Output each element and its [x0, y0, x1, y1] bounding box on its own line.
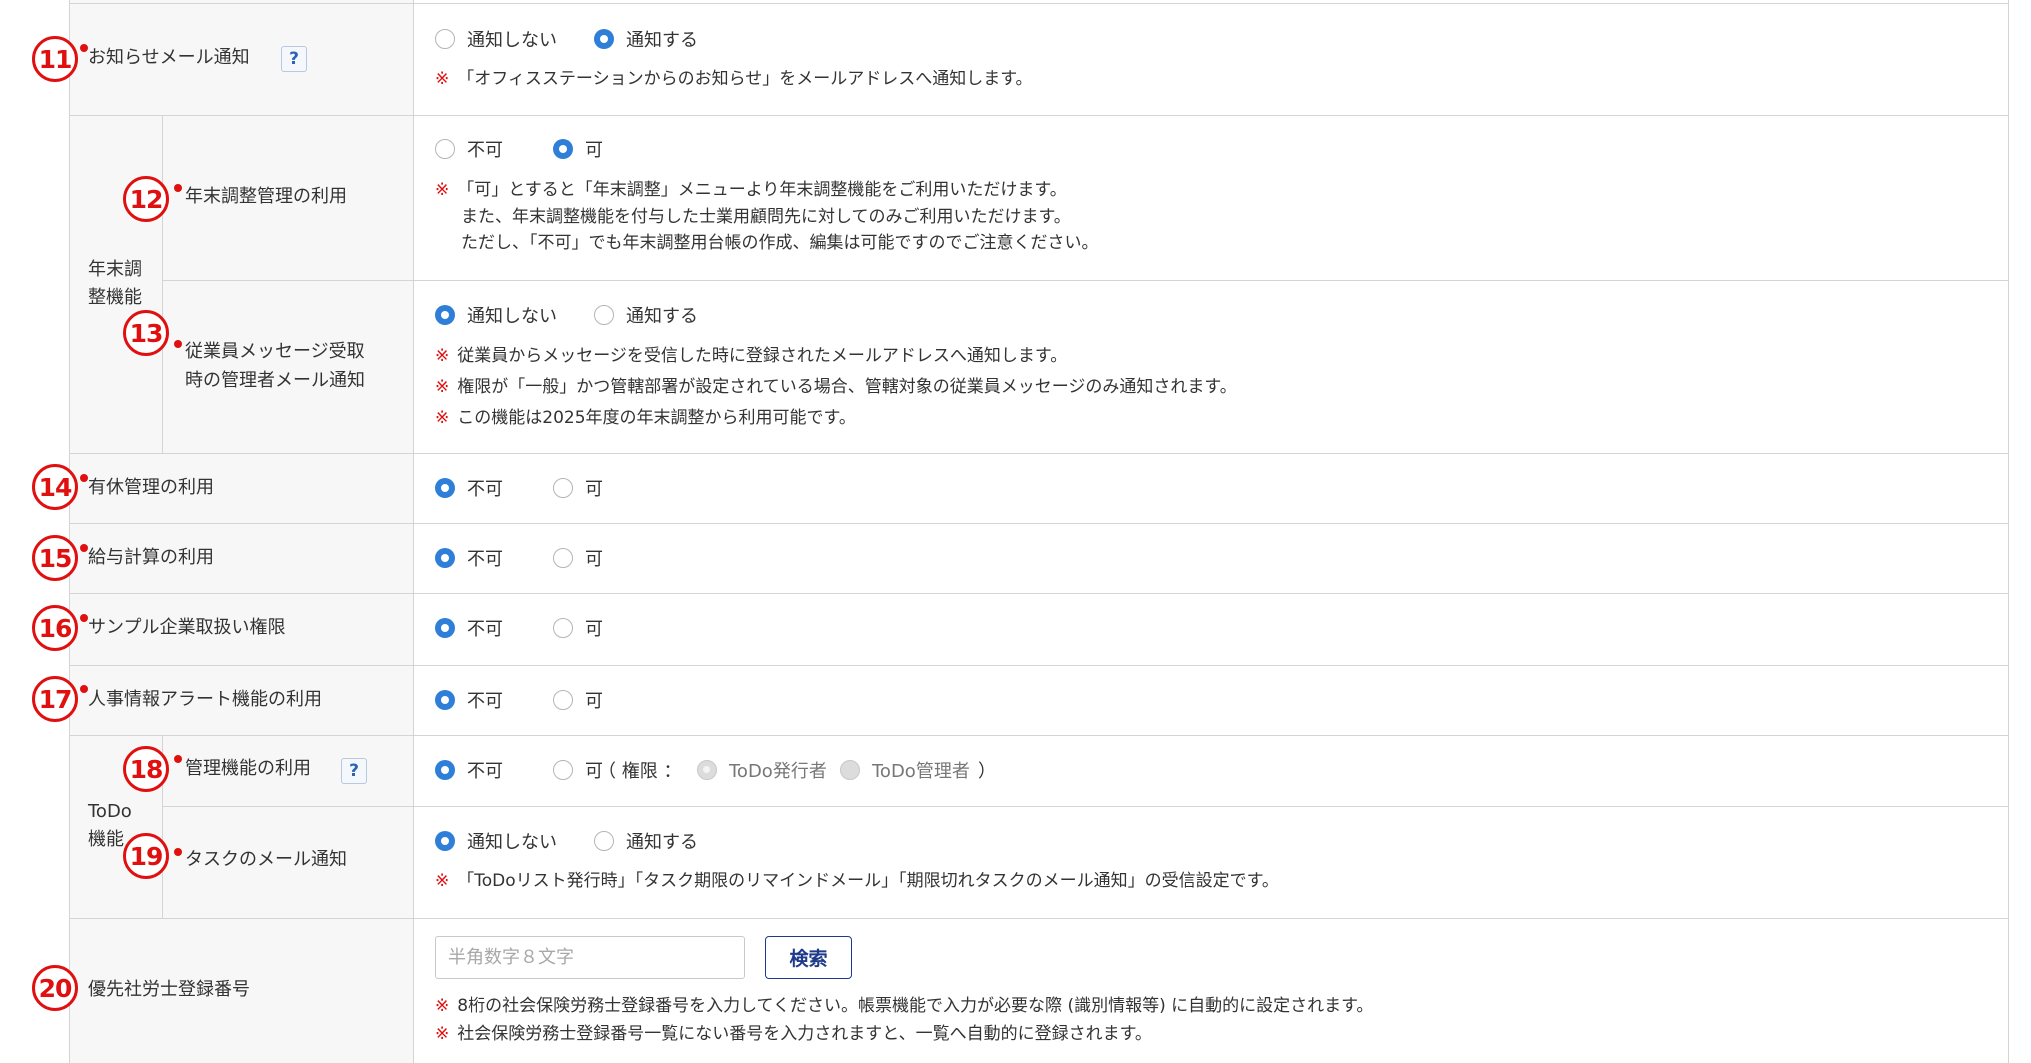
annotation-dot	[80, 474, 88, 482]
sharoushi-number-input[interactable]	[435, 936, 745, 979]
row-divider	[69, 665, 2009, 666]
radio-hr-alert-on[interactable]: 可	[553, 687, 603, 713]
radio-news-mail-on[interactable]: 通知する	[594, 26, 698, 52]
radio-news-mail-off[interactable]: 通知しない	[435, 26, 557, 52]
group-divider	[162, 115, 163, 453]
radio-circle-selected	[594, 29, 614, 49]
label-column-bg	[69, 0, 413, 1063]
annotation-number-18: 18	[123, 746, 169, 792]
row-label-sample-company: サンプル企業取扱い権限	[88, 617, 286, 638]
row-divider	[69, 453, 2009, 454]
annotation-number-20: 20	[32, 965, 78, 1011]
row-divider	[69, 3, 2009, 4]
row-label-hr-alert: 人事情報アラート機能の利用	[88, 689, 322, 710]
radio-todo-admin[interactable]: ToDo管理者	[840, 757, 970, 783]
column-divider	[413, 0, 414, 1063]
note-line: ※ この機能は2025年度の年末調整から利用可能です。	[435, 408, 856, 428]
note-line: ※ 8桁の社会保険労務士登録番号を入力してください。帳票機能で入力が必要な際 (識…	[435, 996, 1374, 1016]
annotation-dot	[80, 544, 88, 552]
annotation-number-17: 17	[32, 676, 78, 722]
row-label-task-mail: タスクのメール通知	[185, 849, 347, 870]
row-label-payroll: 給与計算の利用	[88, 547, 214, 568]
row-label-todo-management: 管理機能の利用	[185, 758, 311, 779]
annotation-dot	[80, 614, 88, 622]
row-divider	[69, 115, 2009, 116]
radio-circle	[435, 29, 455, 49]
radio-employee-message-off[interactable]: 通知しない	[435, 302, 557, 328]
note-line: ただし、「不可」でも年末調整用台帳の作成、編集は可能ですのでご注意ください。	[461, 233, 1099, 253]
row-divider	[162, 806, 2009, 807]
annotation-dot	[174, 340, 182, 348]
annotation-number-12: 12	[123, 176, 169, 222]
row-label-news-mail: お知らせメール通知	[88, 47, 250, 68]
table-right-border	[2008, 0, 2009, 1063]
row-label-paid-leave: 有休管理の利用	[88, 477, 214, 498]
table-left-border	[69, 0, 70, 1063]
note-line: ※ 従業員からメッセージを受信した時に登録されたメールアドレスへ通知します。	[435, 346, 1068, 366]
radio-nenmatsu-off[interactable]: 不可	[435, 136, 503, 162]
annotation-number-19: 19	[123, 833, 169, 879]
row-divider	[69, 593, 2009, 594]
radio-hr-alert-off[interactable]: 不可	[435, 687, 503, 713]
radio-payroll-off[interactable]: 不可	[435, 545, 503, 571]
row-divider	[162, 280, 2009, 281]
annotation-dot	[174, 848, 182, 856]
group-label-nenmatsu: 年末調 整機能	[88, 259, 142, 308]
note-line: ※ 社会保険労務士登録番号一覧にない番号を入力されますと、一覧へ自動的に登録されま…	[435, 1024, 1152, 1044]
search-button[interactable]: 検索	[765, 936, 852, 979]
radio-task-mail-on[interactable]: 通知する	[594, 828, 698, 854]
annotation-number-16: 16	[32, 605, 78, 651]
row-divider	[69, 523, 2009, 524]
annotation-dot	[174, 184, 182, 192]
radio-task-mail-off[interactable]: 通知しない	[435, 828, 557, 854]
row-label-employee-message: 従業員メッセージ受取 時の管理者メール通知	[185, 341, 365, 391]
row-label-nenmatsu-usage: 年末調整管理の利用	[185, 186, 347, 207]
radio-todo-management-on[interactable]: 可	[553, 757, 603, 783]
row-divider	[69, 735, 2009, 736]
note-line: ※ 「オフィスステーションからのお知らせ」をメールアドレスへ通知します。	[435, 69, 1033, 89]
radio-todo-management-off[interactable]: 不可	[435, 757, 503, 783]
help-icon[interactable]: ?	[341, 758, 367, 784]
note-line: ※ 権限が「一般」かつ管轄部署が設定されている場合、管轄対象の従業員メッセージのみ…	[435, 377, 1237, 397]
annotation-dot	[80, 44, 88, 52]
annotation-dot	[80, 685, 88, 693]
radio-paid-leave-on[interactable]: 可	[553, 475, 603, 501]
radio-nenmatsu-on[interactable]: 可	[553, 136, 603, 162]
help-icon[interactable]: ?	[281, 46, 307, 72]
annotation-number-11: 11	[32, 36, 78, 82]
annotation-number-14: 14	[32, 464, 78, 510]
permission-close-paren: ）	[978, 761, 996, 782]
annotation-number-13: 13	[123, 310, 169, 356]
note-line: ※ 「可」とすると「年末調整」メニューより年末調整機能をご利用いただけます。	[435, 180, 1067, 200]
annotation-number-15: 15	[32, 535, 78, 581]
annotation-dot	[174, 755, 182, 763]
radio-employee-message-on[interactable]: 通知する	[594, 302, 698, 328]
settings-form: 11 お知らせメール通知 ? 通知しない 通知する ※ 「オフィスステーションから…	[0, 0, 2031, 1063]
permission-label: （ 権限 ：	[598, 761, 682, 782]
row-divider	[69, 918, 2009, 919]
radio-sample-company-off[interactable]: 不可	[435, 615, 503, 641]
note-line: ※ 「ToDoリスト発行時」「タスク期限のリマインドメール」「期限切れタスクのメー…	[435, 871, 1279, 891]
radio-todo-issuer[interactable]: ToDo発行者	[697, 757, 827, 783]
note-line: また、年末調整機能を付与した士業用顧問先に対してのみご利用いただけます。	[461, 207, 1071, 227]
radio-payroll-on[interactable]: 可	[553, 545, 603, 571]
radio-paid-leave-off[interactable]: 不可	[435, 475, 503, 501]
row-label-sharoushi-number: 優先社労士登録番号	[88, 979, 250, 1000]
radio-sample-company-on[interactable]: 可	[553, 615, 603, 641]
